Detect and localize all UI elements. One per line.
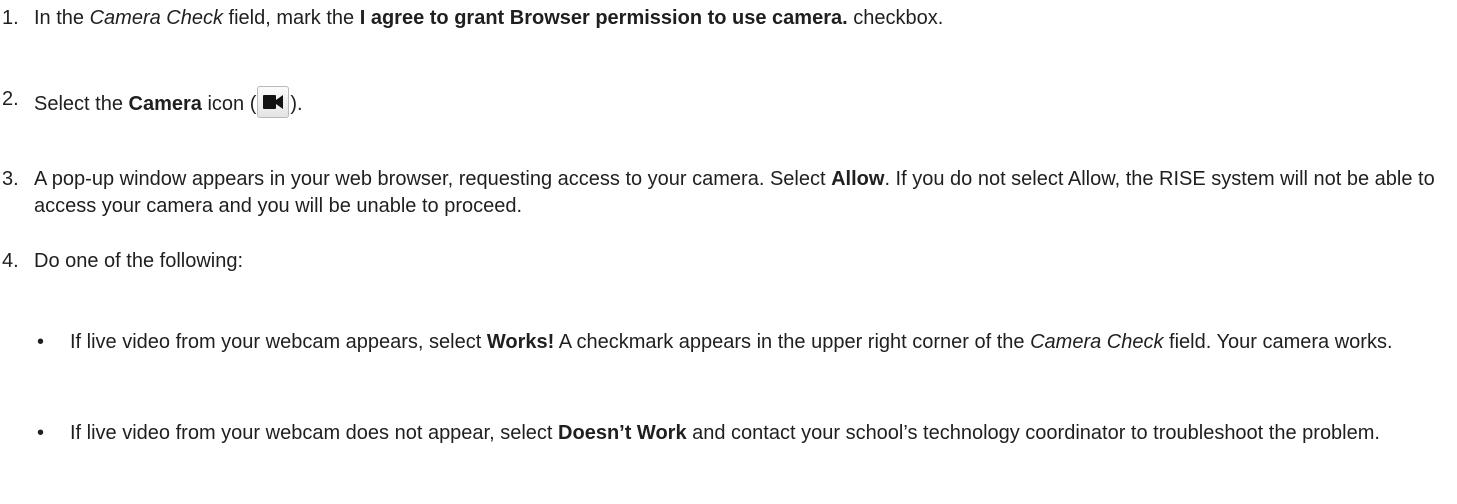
- text-run: A pop-up window appears in your web brow…: [34, 168, 832, 190]
- step-number: 4.: [2, 250, 19, 272]
- step-number: 3.: [2, 168, 19, 190]
- step-text: Select the Camera icon ().: [34, 86, 1440, 118]
- button-name: Works!: [486, 331, 555, 353]
- text-run: checkbox.: [847, 7, 944, 29]
- step-text: In the Camera Check field, mark the I ag…: [34, 5, 1440, 32]
- bullet-symbol: •: [37, 331, 45, 353]
- text-run: ).: [290, 93, 303, 115]
- text-run: field, mark the: [223, 7, 360, 29]
- text-run: In the: [34, 7, 90, 29]
- button-name: Camera: [128, 93, 202, 115]
- button-name: Doesn’t Work: [558, 422, 687, 444]
- video-camera-icon: [257, 86, 290, 118]
- text-run: A checkmark appears in the upper right c…: [554, 331, 1031, 353]
- text-run: If live video from your webcam does not …: [70, 422, 559, 444]
- text-run: Select the: [34, 93, 129, 115]
- step-text: Do one of the following:: [34, 248, 1440, 275]
- step-number: 2.: [2, 88, 19, 110]
- field-name: Camera Check: [89, 7, 223, 29]
- step-number: 1.: [2, 7, 19, 29]
- bullet-text: If live video from your webcam does not …: [70, 420, 1440, 447]
- button-name: Allow: [831, 168, 885, 190]
- text-run: field. Your camera works.: [1163, 331, 1393, 353]
- field-name: Camera Check: [1030, 331, 1164, 353]
- text-run: Do one of the following:: [34, 250, 244, 272]
- checkbox-label: I agree to grant Browser permission to u…: [359, 7, 848, 29]
- step-text: A pop-up window appears in your web brow…: [34, 166, 1440, 220]
- bullet-symbol: •: [37, 422, 45, 444]
- text-run: and contact your school’s technology coo…: [686, 422, 1380, 444]
- text-run: icon (: [201, 93, 257, 115]
- bullet-text: If live video from your webcam appears, …: [70, 329, 1440, 356]
- text-run: If live video from your webcam appears, …: [70, 331, 487, 353]
